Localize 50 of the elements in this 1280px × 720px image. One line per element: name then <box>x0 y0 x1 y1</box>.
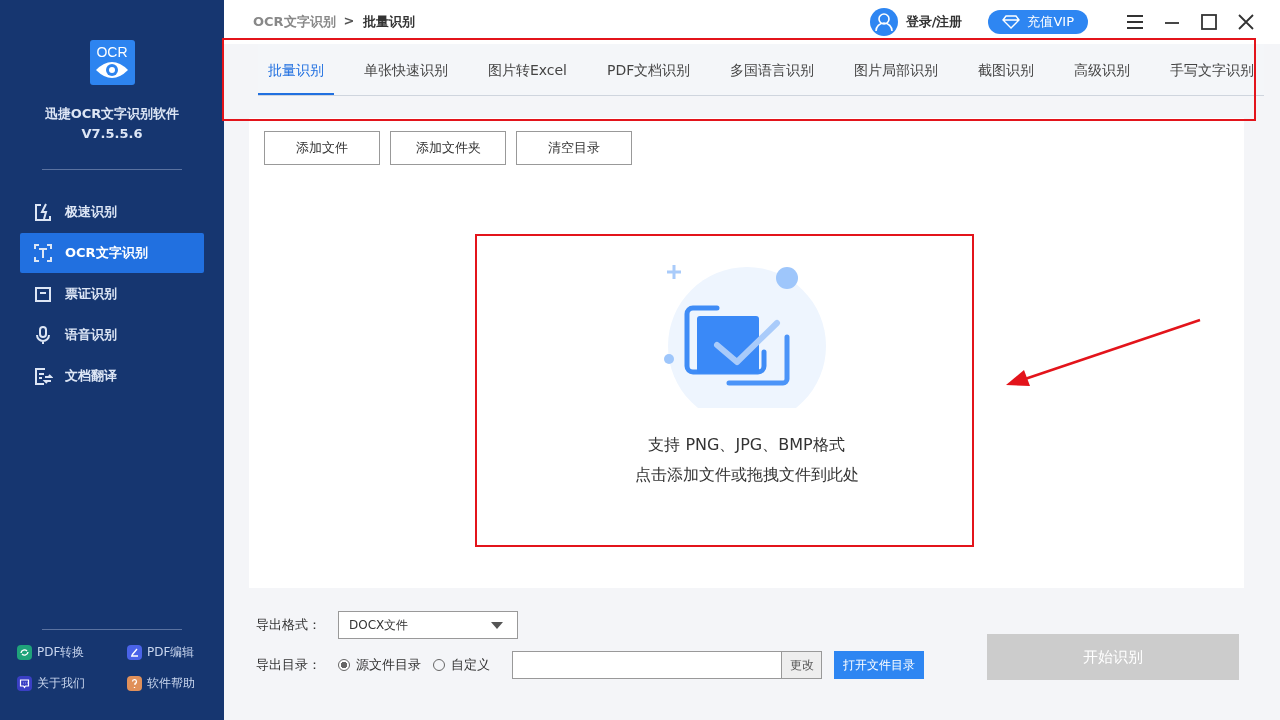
nav-item[interactable]: 语音识别 <box>20 315 204 355</box>
nav-item[interactable]: OCR文字识别 <box>20 233 204 273</box>
dropzone-hint: 点击添加文件或拖拽文件到此处 <box>634 464 859 486</box>
footer-link[interactable]: 关于我们 <box>17 675 127 692</box>
vip-button[interactable]: 充值VIP <box>988 10 1088 34</box>
microphone-icon <box>33 325 53 345</box>
ocr-logo: OCR <box>89 40 135 85</box>
footer-link[interactable]: PDF转换 <box>17 644 127 661</box>
text-scan-icon <box>33 243 53 263</box>
caret-icon <box>491 621 503 629</box>
toolbar-button[interactable]: 清空目录 <box>516 131 632 165</box>
login-link[interactable]: 登录/注册 <box>905 13 963 31</box>
tab[interactable]: 手写文字识别 <box>1160 54 1264 95</box>
user-avatar-icon[interactable] <box>869 8 898 36</box>
breadcrumb-current: 批量识别 <box>362 13 415 31</box>
footer-link[interactable]: PDF编辑 <box>127 644 207 661</box>
breadcrumb-separator: > <box>343 13 355 30</box>
diamond-icon <box>1002 15 1021 29</box>
tab[interactable]: PDF文档识别 <box>596 54 701 95</box>
nav-item[interactable]: 极速识别 <box>20 192 204 232</box>
breadcrumb-link[interactable]: OCR文字识别 <box>253 13 336 31</box>
format-label: 导出格式： <box>256 616 322 634</box>
lightning-frame-icon <box>33 202 53 222</box>
tab[interactable]: 截图识别 <box>968 54 1045 95</box>
app-version: V7.5.5.6 <box>81 126 143 141</box>
directory-label: 导出目录： <box>256 656 322 674</box>
tab[interactable]: 单张快速识别 <box>353 54 458 95</box>
tab[interactable]: 图片转Excel <box>477 54 577 95</box>
maximize-icon[interactable] <box>1199 12 1219 32</box>
close-icon[interactable] <box>1236 12 1256 32</box>
nav-item[interactable]: 票证识别 <box>20 274 204 314</box>
tab[interactable]: 高级识别 <box>1064 54 1141 95</box>
menu-icon[interactable] <box>1125 12 1145 32</box>
open-folder-button[interactable]: 打开文件目录 <box>834 651 924 679</box>
app-name: 迅捷OCR文字识别软件 <box>44 105 180 123</box>
footer-link[interactable]: 软件帮助 <box>127 675 207 692</box>
change-button[interactable]: 更改 <box>781 652 821 678</box>
dropzone-hint: 支持 PNG、JPG、BMP格式 <box>648 434 845 456</box>
tab[interactable]: 批量识别 <box>258 54 334 95</box>
card-icon <box>33 284 53 304</box>
toolbar-button[interactable]: 添加文件 <box>264 131 380 165</box>
radio-option[interactable]: 自定义 <box>433 656 490 674</box>
tab[interactable]: 多国语言识别 <box>720 54 825 95</box>
radio-option[interactable]: 源文件目录 <box>338 656 421 674</box>
path-field[interactable]: 更改 <box>512 651 822 679</box>
tab[interactable]: 图片局部识别 <box>844 54 949 95</box>
document-arrows-icon <box>33 366 53 386</box>
nav-item[interactable]: 文档翻译 <box>20 356 204 396</box>
toolbar-button[interactable]: 添加文件夹 <box>390 131 506 165</box>
format-dropdown[interactable]: DOCX文件 <box>338 611 518 639</box>
